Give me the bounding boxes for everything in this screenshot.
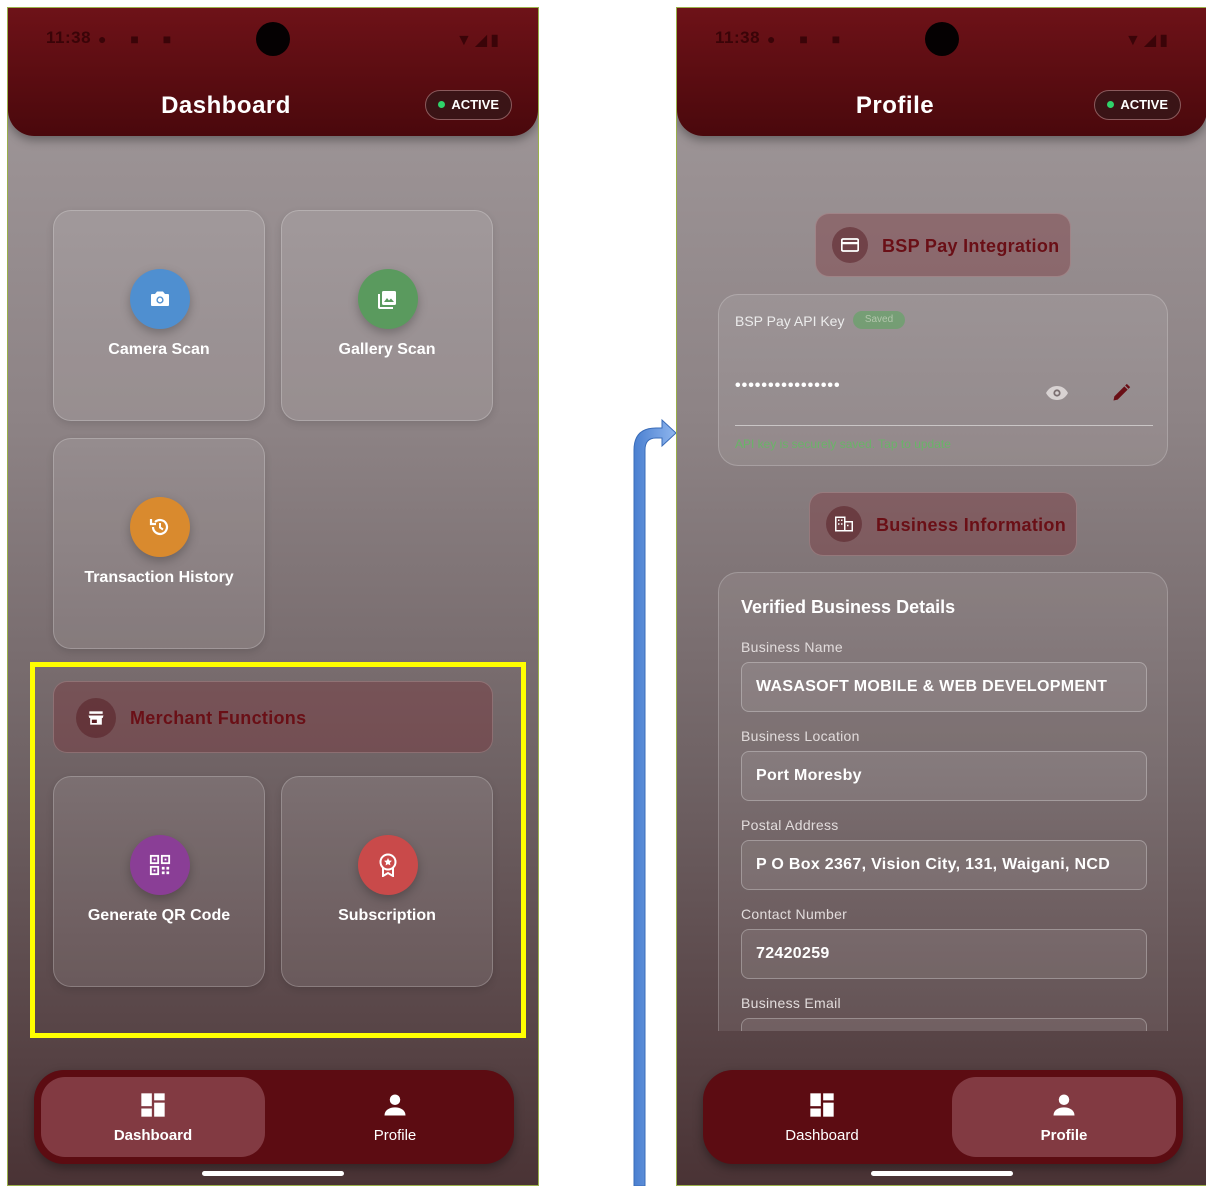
nav-label: Dashboard xyxy=(113,1127,193,1144)
building-icon xyxy=(826,506,862,542)
gallery-icon xyxy=(358,269,418,329)
nav-profile[interactable]: Profile xyxy=(283,1077,507,1157)
contact-number-label: Contact Number xyxy=(741,906,848,922)
status-dot-icon xyxy=(438,101,446,108)
dashboard-screen: 11:38 ● ■ ■ ▼◢▮ Dashboard ACTIVE Camera … xyxy=(7,7,539,1186)
bsp-pay-integration-header: BSP Pay Integration xyxy=(815,213,1071,277)
nav-label: Profile xyxy=(373,1127,417,1144)
business-name-field[interactable]: WASASOFT MOBILE & WEB DEVELOPMENT xyxy=(741,662,1147,712)
notification-icons: ● ■ ■ xyxy=(767,31,851,47)
business-information-header: Business Information xyxy=(809,492,1077,556)
profile-screen: 11:38 ● ■ ■ ▼◢▮ Profile ACTIVE BSP Pay I… xyxy=(676,7,1206,1186)
bottom-nav: Dashboard Profile xyxy=(34,1070,514,1164)
nav-dashboard[interactable]: Dashboard xyxy=(710,1077,934,1157)
status-badge-label: ACTIVE xyxy=(451,97,499,112)
business-location-field[interactable]: Port Moresby xyxy=(741,751,1147,801)
status-badge-label: ACTIVE xyxy=(1120,97,1168,112)
home-indicator[interactable] xyxy=(202,1171,344,1176)
nav-dashboard[interactable]: Dashboard xyxy=(41,1077,265,1157)
status-badge: ACTIVE xyxy=(1094,90,1181,120)
status-time: 11:38 xyxy=(46,28,92,47)
nav-label: Dashboard xyxy=(785,1127,859,1144)
section-label: BSP Pay Integration xyxy=(882,236,1060,256)
business-location-label: Business Location xyxy=(741,728,860,744)
postal-address-field[interactable]: P O Box 2367, Vision City, 131, Waigani,… xyxy=(741,840,1147,890)
saved-chip: Saved xyxy=(853,311,905,329)
page-title: Profile xyxy=(855,92,935,119)
tile-label: Camera Scan xyxy=(108,341,210,358)
edit-icon[interactable] xyxy=(1111,383,1131,408)
nav-profile[interactable]: Profile xyxy=(952,1077,1176,1157)
home-indicator[interactable] xyxy=(871,1171,1013,1176)
notification-icons: ● ■ ■ xyxy=(98,31,182,47)
person-icon xyxy=(952,1091,1176,1119)
page-title: Dashboard xyxy=(161,92,291,119)
bottom-nav: Dashboard Profile xyxy=(703,1070,1183,1164)
input-underline xyxy=(735,425,1153,426)
section-label: Business Information xyxy=(876,515,1067,535)
dashboard-icon xyxy=(41,1091,265,1119)
camera-cutout xyxy=(925,22,959,56)
transaction-history-tile[interactable]: Transaction History xyxy=(53,438,265,649)
card-heading: Verified Business Details xyxy=(741,597,956,617)
contact-number-field[interactable]: 72420259 xyxy=(741,929,1147,979)
nav-label: Profile xyxy=(1040,1127,1088,1144)
dashboard-icon xyxy=(710,1091,934,1119)
business-email-field[interactable] xyxy=(741,1018,1147,1031)
status-dot-icon xyxy=(1107,101,1115,108)
api-key-card: BSP Pay API Key Saved •••••••••••••••• A… xyxy=(718,294,1168,466)
status-time: 11:38 xyxy=(715,28,761,47)
app-bar: 11:38 ● ■ ■ ▼◢▮ Dashboard ACTIVE xyxy=(8,8,538,136)
status-badge: ACTIVE xyxy=(425,90,512,120)
camera-icon xyxy=(130,269,190,329)
api-key-label: BSP Pay API Key xyxy=(735,313,845,329)
api-key-input[interactable]: •••••••••••••••• xyxy=(735,377,841,395)
api-key-hint: API key is securely saved. Tap to update xyxy=(735,437,951,451)
history-icon xyxy=(130,497,190,557)
camera-scan-tile[interactable]: Camera Scan xyxy=(53,210,265,421)
business-email-label: Business Email xyxy=(741,995,841,1011)
app-bar: 11:38 ● ■ ■ ▼◢▮ Profile ACTIVE xyxy=(677,8,1206,136)
postal-address-label: Postal Address xyxy=(741,817,839,833)
person-icon xyxy=(283,1091,507,1119)
gallery-scan-tile[interactable]: Gallery Scan xyxy=(281,210,493,421)
camera-cutout xyxy=(256,22,290,56)
signal-battery-icon: ▼◢▮ xyxy=(1125,32,1171,49)
highlight-box xyxy=(30,662,526,1038)
business-name-label: Business Name xyxy=(741,639,843,655)
eye-icon[interactable] xyxy=(1045,385,1069,406)
card-icon xyxy=(832,227,868,263)
tile-label: Transaction History xyxy=(84,569,234,586)
tile-label: Gallery Scan xyxy=(338,341,436,358)
signal-battery-icon: ▼◢▮ xyxy=(456,32,502,49)
